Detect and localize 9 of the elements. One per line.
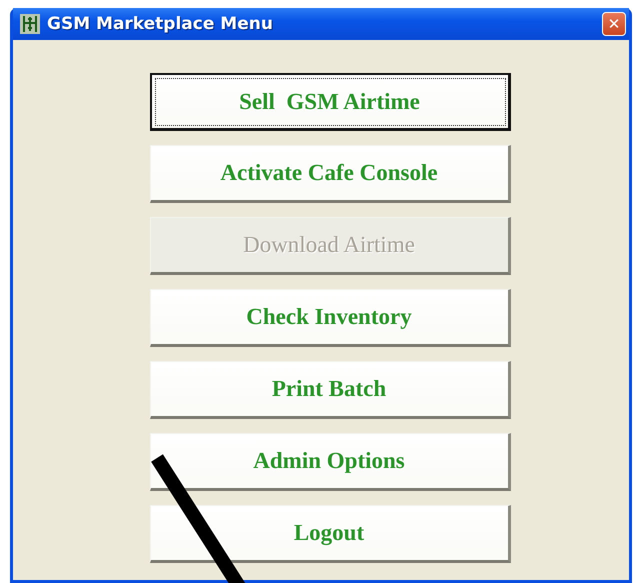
menu-button[interactable]: Sell GSM Airtime: [150, 73, 510, 131]
close-button[interactable]: ✕: [602, 12, 626, 36]
menu-button[interactable]: Check Inventory: [150, 289, 510, 347]
menu-button[interactable]: Logout: [150, 505, 510, 563]
window-title: GSM Marketplace Menu: [47, 14, 274, 34]
app-icon: [19, 13, 41, 35]
menu-button[interactable]: Admin Options: [150, 433, 510, 491]
menu-button[interactable]: Activate Cafe Console: [150, 145, 510, 203]
menu-button[interactable]: Print Batch: [150, 361, 510, 419]
